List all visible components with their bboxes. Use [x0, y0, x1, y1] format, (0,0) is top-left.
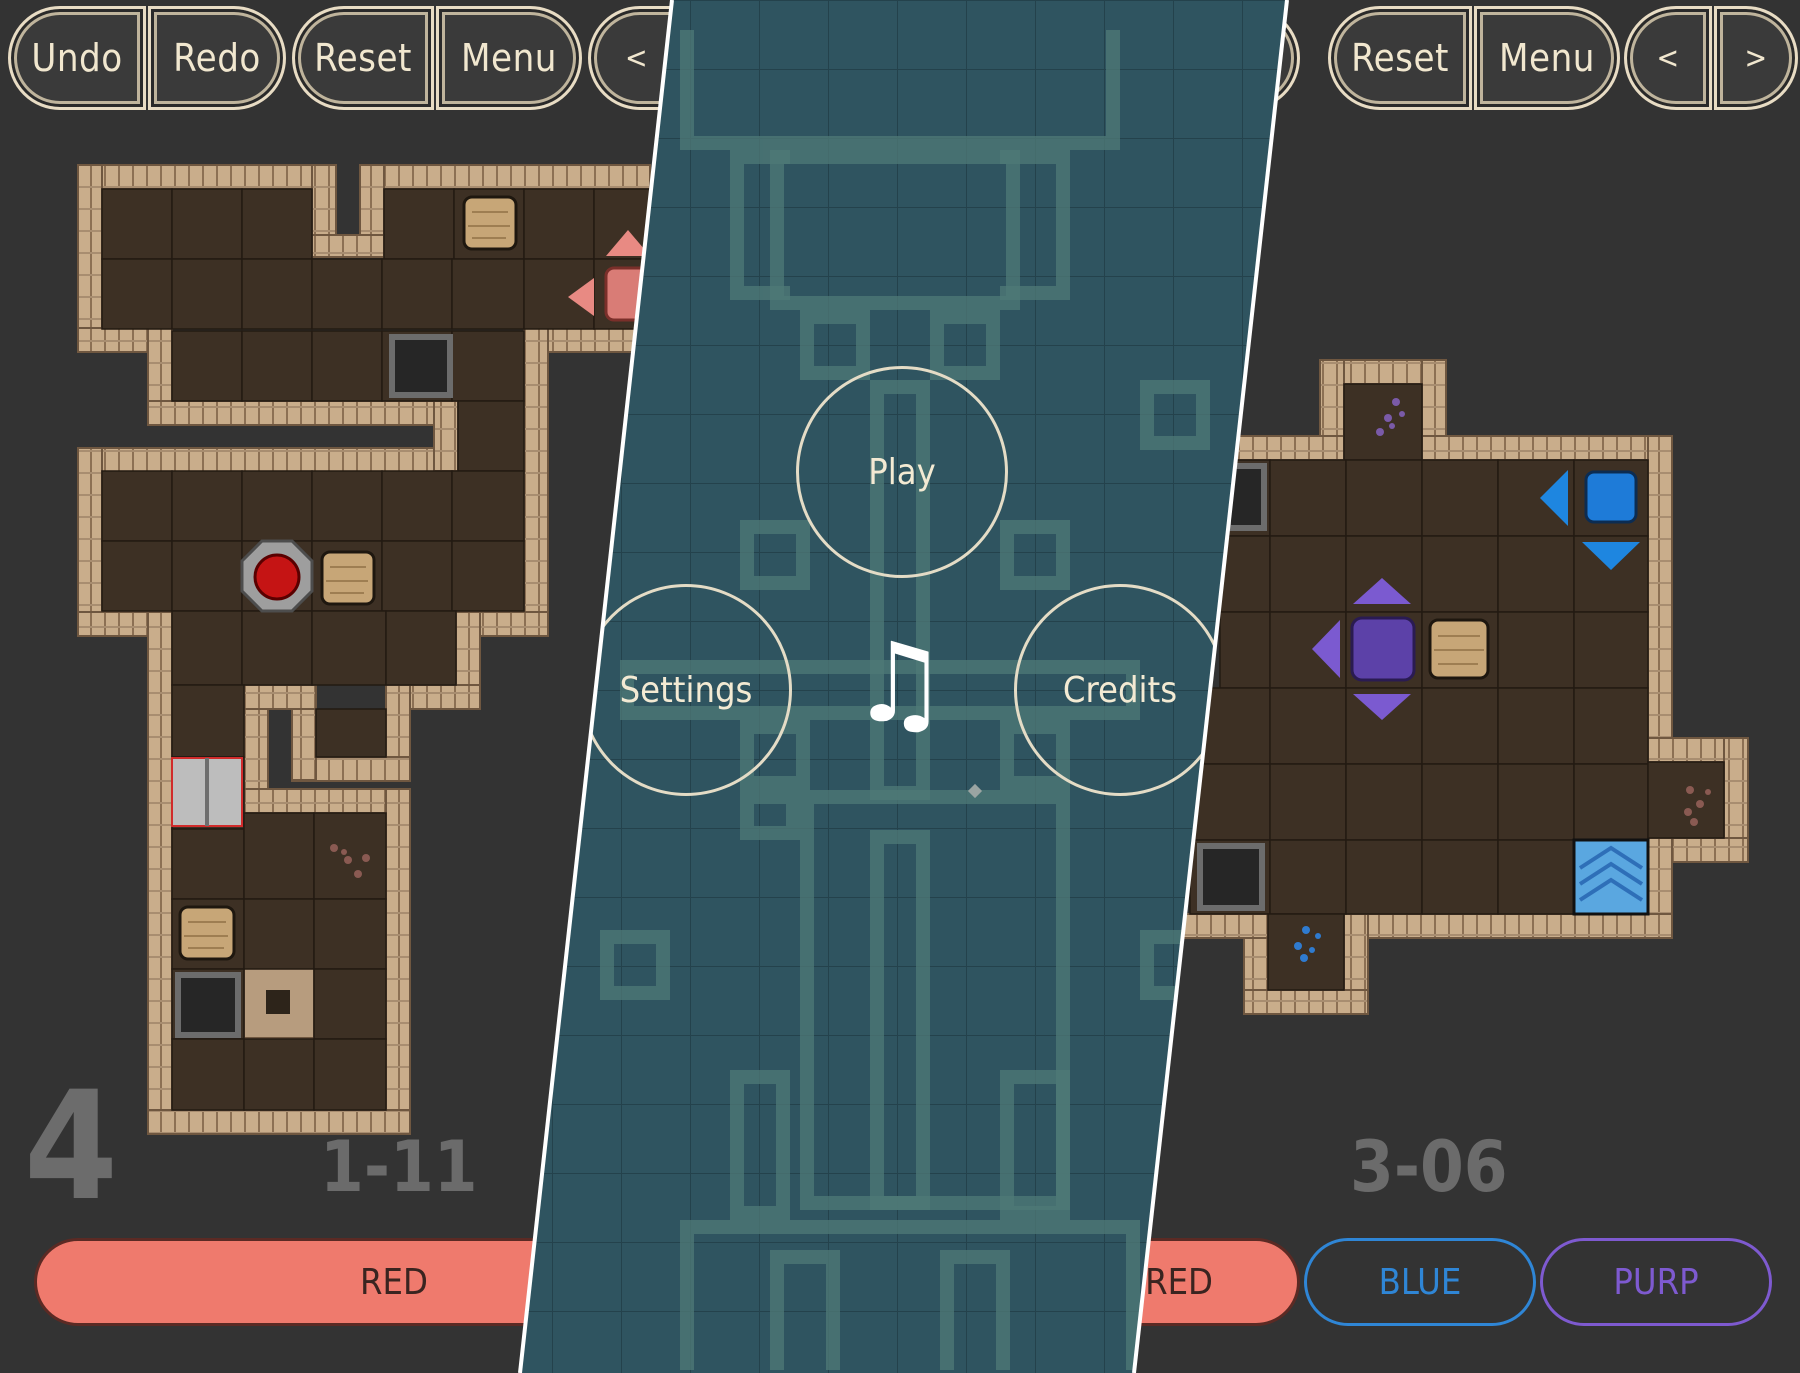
panel-dividers — [518, 0, 1289, 1373]
right-divider-line — [1132, 0, 1289, 1373]
left-divider-line — [518, 0, 674, 1373]
